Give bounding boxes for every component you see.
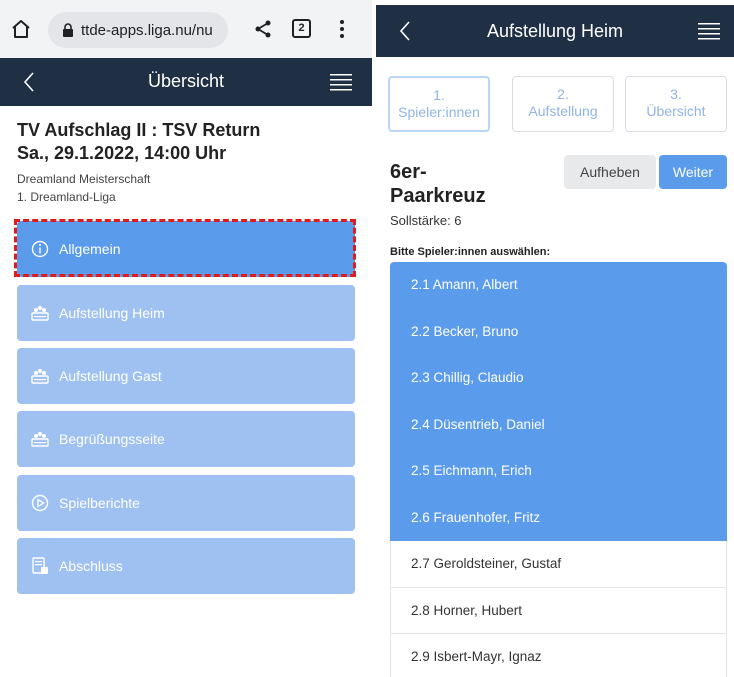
competition-name: Dreamland Meisterschaft: [17, 172, 151, 186]
cancel-button[interactable]: Aufheben: [564, 155, 656, 189]
next-button[interactable]: Weiter: [659, 155, 727, 189]
player-list-item[interactable]: 2.1 Amann, Albert: [390, 262, 727, 309]
step-number: 1.: [433, 87, 445, 103]
player-list-item[interactable]: 2.6 Frauenhofer, Fritz: [390, 494, 727, 541]
player-list-item[interactable]: 2.8 Horner, Hubert: [390, 587, 727, 634]
player-list-item[interactable]: 2.4 Düsentrieb, Daniel: [390, 401, 727, 448]
league-name: 1. Dreamland-Liga: [17, 190, 116, 204]
team-icon: [31, 305, 49, 321]
highlight-marker: [14, 219, 356, 277]
hamburger-menu-icon[interactable]: [698, 21, 720, 41]
step-number: 3.: [670, 86, 682, 102]
page-title: Aufstellung Heim: [486, 21, 624, 41]
app-navbar: Übersicht: [0, 58, 372, 106]
play-icon: [31, 494, 49, 512]
team-icon: [31, 368, 49, 384]
player-list-item[interactable]: 2.2 Becker, Bruno: [390, 308, 727, 355]
menu-button-label: Begrüßungsseite: [59, 431, 165, 447]
page-title: Übersicht: [147, 71, 225, 91]
lock-icon: [63, 23, 73, 37]
match-title: TV Aufschlag II : TSV Return: [17, 120, 261, 140]
tab-switcher-button[interactable]: 2: [292, 19, 311, 38]
target-strength: Sollstärke: 6: [390, 213, 462, 228]
step-label: Übersicht: [646, 103, 706, 119]
player-list-item[interactable]: 2.3 Chillig, Claudio: [390, 355, 727, 402]
step-tab-spielerinnen[interactable]: 1. Spieler:innen: [388, 76, 490, 132]
menu-button-abschluss[interactable]: Abschluss: [17, 538, 355, 594]
section-title: 6er- Paarkreuz: [390, 160, 486, 208]
menu-button-label: Aufstellung Heim: [59, 305, 165, 321]
menu-button-aufstellung-heim[interactable]: Aufstellung Heim: [17, 285, 355, 341]
step-tab-uebersicht[interactable]: 3. Übersicht: [625, 76, 727, 132]
right-screen: Aufstellung Heim 1. Spieler:innen 2. Auf…: [376, 0, 734, 677]
section-title-line1: 6er-: [390, 161, 427, 183]
app-navbar: Aufstellung Heim: [376, 5, 734, 57]
address-bar[interactable]: ttde-apps.liga.nu/nu: [48, 12, 228, 48]
section-title-line2: Paarkreuz: [390, 185, 486, 207]
step-label: Spieler:innen: [398, 104, 480, 120]
browser-toolbar: ttde-apps.liga.nu/nu 2: [0, 0, 372, 58]
menu-button-spielberichte[interactable]: Spielberichte: [17, 475, 355, 531]
step-label: Aufstellung: [528, 103, 598, 119]
more-options-icon[interactable]: [332, 18, 352, 40]
step-tab-aufstellung[interactable]: 2. Aufstellung: [512, 76, 614, 132]
menu-button-aufstellung-gast[interactable]: Aufstellung Gast: [17, 348, 355, 404]
report-icon: [32, 557, 48, 574]
hamburger-menu-icon[interactable]: [330, 72, 352, 92]
menu-button-label: Abschluss: [59, 558, 123, 574]
url-text: ttde-apps.liga.nu/nu: [81, 22, 213, 39]
menu-button-begruessungsseite[interactable]: Begrüßungsseite: [17, 411, 355, 467]
menu-button-label: Spielberichte: [59, 495, 140, 511]
player-list-item[interactable]: 2.5 Eichmann, Erich: [390, 448, 727, 495]
menu-button-label: Aufstellung Gast: [59, 368, 162, 384]
share-icon[interactable]: [254, 20, 272, 38]
left-screen: ttde-apps.liga.nu/nu 2 Übersicht TV Aufs…: [0, 0, 372, 677]
selection-instruction: Bitte Spieler:innen auswählen:: [390, 246, 551, 258]
player-list: 2.1 Amann, Albert 2.2 Becker, Bruno 2.3 Ch…: [390, 262, 727, 677]
match-date: Sa., 29.1.2022, 14:00 Uhr: [17, 143, 227, 163]
step-number: 2.: [557, 86, 569, 102]
home-icon[interactable]: [10, 18, 32, 40]
player-list-item[interactable]: 2.9 Isbert-Mayr, Ignaz: [390, 634, 727, 677]
team-icon: [31, 431, 49, 447]
player-list-item[interactable]: 2.7 Geroldsteiner, Gustaf: [390, 541, 727, 588]
